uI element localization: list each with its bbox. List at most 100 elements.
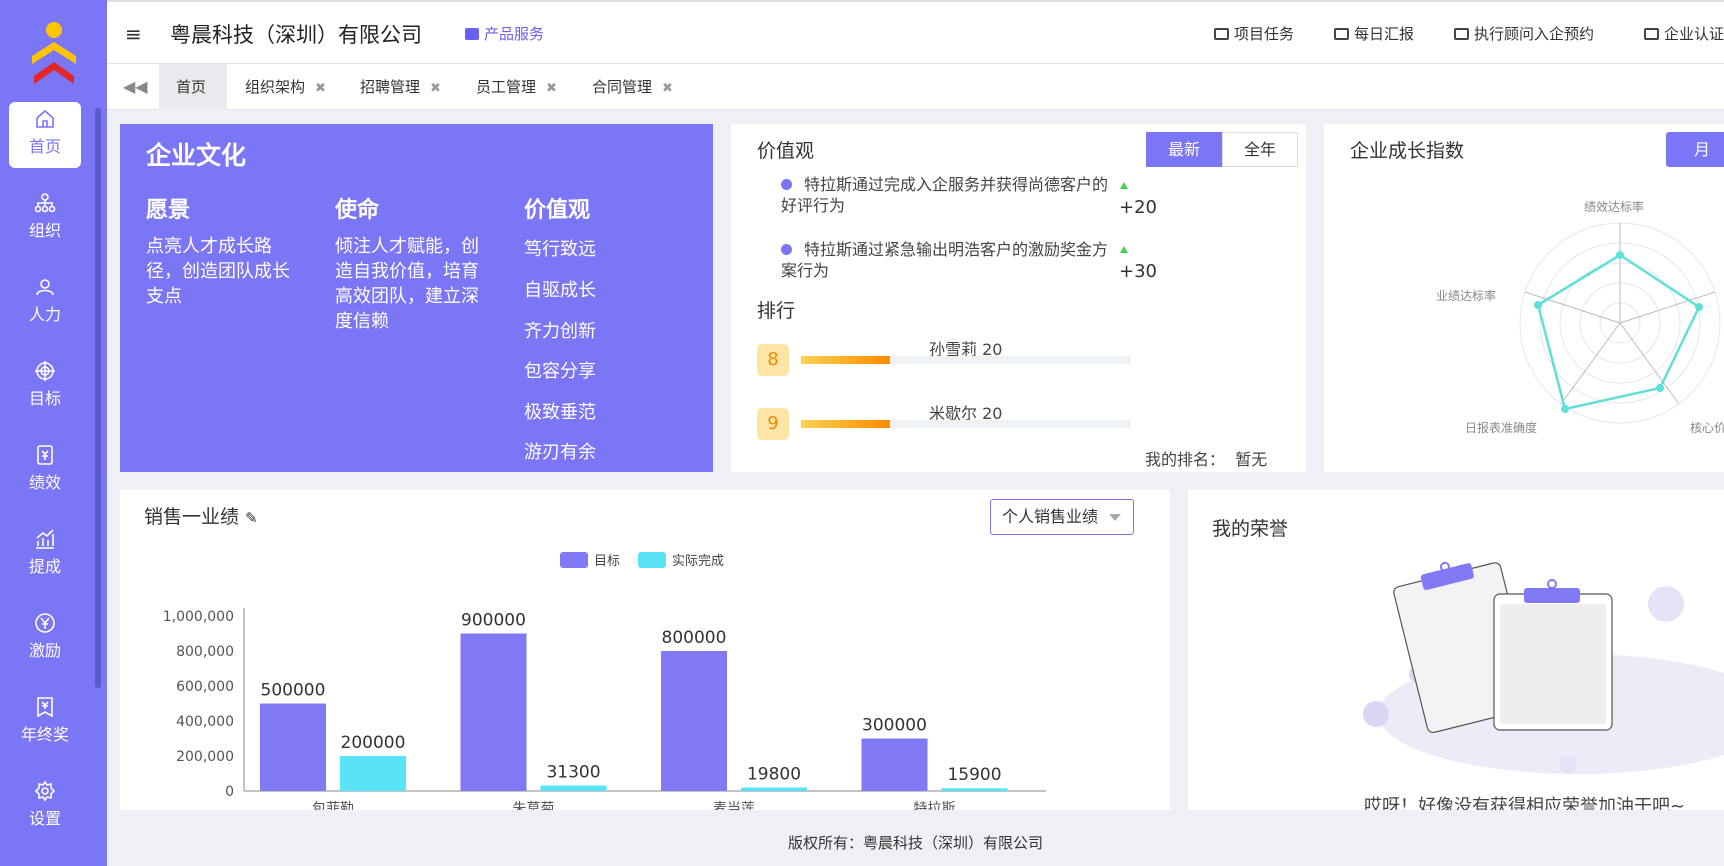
honor-empty-message: 哎呀！好像没有获得相应荣誉加油干吧~ (1364, 796, 1686, 810)
y-tick-label: 0 (225, 784, 234, 800)
sidebar-item-people[interactable]: 人力 (9, 270, 81, 336)
bar-value-label: 900000 (461, 611, 526, 631)
bonus-icon (37, 697, 53, 718)
bar-actual (540, 785, 607, 791)
close-icon[interactable]: ✖ (546, 81, 557, 96)
close-icon[interactable]: ✖ (430, 81, 441, 96)
y-tick-label: 1,000,000 (163, 609, 234, 625)
tab-contract[interactable]: 合同管理 ✖ (592, 64, 673, 110)
book-icon (1334, 28, 1349, 40)
sidebar-item-performance[interactable]: 绩效 (9, 438, 81, 504)
menu-icon[interactable]: ≡ (125, 22, 142, 46)
performance-icon (37, 445, 53, 465)
enterprise-cert-link[interactable]: 企业认证 (1644, 23, 1724, 44)
arrow-up-icon (1120, 246, 1128, 253)
radar-series (1536, 253, 1701, 411)
culture-card: 企业文化 愿景 点亮人才成长路径，创造团队成长支点 使命 倾注人才赋能，创造自我… (120, 124, 713, 472)
sidebar-item-label: 人力 (28, 305, 61, 324)
bar-value-label: 500000 (261, 681, 326, 701)
sidebar-item-home[interactable]: 首页 (9, 102, 81, 168)
value-points: +30 (1119, 261, 1157, 282)
sidebar-item-label: 年终奖 (20, 725, 69, 744)
rank-progress-fill (801, 420, 891, 428)
rank-badge: 9 (757, 408, 789, 440)
product-service-link[interactable]: 产品服务 (465, 23, 544, 44)
logo-icon (32, 22, 76, 84)
bar-target (460, 633, 527, 791)
handshake-icon (1454, 28, 1469, 40)
bar-value-label: 19800 (747, 765, 801, 785)
my-rank: 我的排名： 暂无 (1145, 450, 1268, 469)
value-item: 游刃有余 (524, 442, 596, 463)
empty-clipboard-illustration (1363, 561, 1724, 774)
daily-report-link[interactable]: 每日汇报 (1334, 23, 1414, 44)
bullet-icon (781, 179, 792, 190)
bar-actual (941, 788, 1008, 791)
tab-employee[interactable]: 员工管理 ✖ (476, 64, 557, 110)
value-item: 自驱成长 (524, 280, 596, 301)
people-icon (36, 279, 54, 296)
sales-card: 销售一业绩 ✎ 个人销售业绩 目标 实际完成 0 200,000 400,000 60… (120, 490, 1170, 810)
values-heading: 价值观 (524, 198, 591, 223)
bar-value-label: 800000 (662, 628, 727, 648)
close-icon[interactable]: ✖ (315, 81, 326, 96)
rank-progress-fill (801, 356, 891, 364)
sidebar-item-label: 提成 (28, 557, 61, 576)
incentive-icon (35, 613, 55, 633)
x-tick-label: 包菲勒 (312, 801, 354, 810)
latest-toggle[interactable]: 最新 (1146, 132, 1222, 167)
honor-card: 我的荣誉 哎呀！好像没有获得相应荣誉加油干吧~ (1188, 490, 1724, 810)
bar-value-label: 300000 (862, 716, 927, 736)
bar-target (260, 703, 326, 791)
arrow-up-icon (1120, 182, 1128, 189)
rank-title: 排行 (757, 300, 796, 322)
gear-icon (34, 780, 56, 802)
y-tick-label: 200,000 (176, 749, 234, 765)
sidebar-item-settings[interactable]: 设置 (9, 774, 81, 840)
task-icon (1214, 28, 1229, 40)
close-icon[interactable]: ✖ (662, 81, 673, 96)
radar-label: 绩效达标率 (1584, 200, 1645, 214)
rank-progress-track (801, 420, 1131, 428)
culture-title: 企业文化 (146, 141, 247, 170)
value-record: 特拉斯通过紧急输出明浩客户的激励奖金方案行为 (781, 240, 1109, 280)
tab-org[interactable]: 组织架构 ✖ (245, 64, 326, 110)
year-toggle[interactable]: 全年 (1222, 132, 1298, 167)
bar-value-label: 200000 (341, 733, 406, 753)
bar-value-label: 31300 (546, 763, 600, 783)
x-tick-label: 特拉斯 (914, 801, 956, 810)
sidebar-scrollbar[interactable] (95, 108, 101, 688)
values-panel-title: 价值观 (757, 140, 815, 162)
tab-recruit[interactable]: 招聘管理 ✖ (360, 64, 441, 110)
values-card: 价值观 最新 全年 特拉斯通过完成入企服务并获得尚德客户的好评行为 +20 特拉… (731, 124, 1306, 472)
bar-actual (741, 787, 807, 791)
home-icon (36, 109, 54, 128)
honor-title: 我的荣誉 (1212, 518, 1289, 540)
sidebar-item-commission[interactable]: 提成 (9, 522, 81, 588)
x-tick-label: 麦当莲 (713, 801, 755, 810)
tab-home[interactable]: 首页 (159, 64, 227, 110)
y-tick-label: 800,000 (176, 644, 234, 660)
consultant-booking-link[interactable]: 执行顾问入企预约 (1454, 23, 1594, 44)
value-record: 特拉斯通过完成入企服务并获得尚德客户的好评行为 (781, 175, 1109, 215)
tab-scroll-left-icon[interactable]: ◀◀ (123, 77, 148, 96)
footer: 版权所有：粤晨科技（深圳）有限公司 (107, 820, 1724, 866)
bar-actual (340, 756, 406, 791)
y-tick-label: 600,000 (176, 679, 234, 695)
value-item: 笃行致远 (524, 239, 596, 260)
sidebar: 首页 组织 人力 目标 绩效 提成 激励 年终奖 设置 (0, 0, 107, 866)
sidebar-item-incentive[interactable]: 激励 (9, 606, 81, 672)
sidebar-item-org[interactable]: 组织 (9, 186, 81, 252)
project-task-link[interactable]: 项目任务 (1214, 23, 1294, 44)
sidebar-item-label: 激励 (28, 641, 61, 660)
commission-icon (36, 529, 54, 549)
rank-badge: 8 (757, 344, 789, 376)
sales-bar-chart: 0 200,000 400,000 600,000 800,000 1,000,000 50… (163, 608, 1046, 810)
top-header: ≡ 粤晨科技（深圳）有限公司 产品服务 项目任务 每日汇报 执行顾问入企预约 企… (107, 0, 1724, 63)
radar-label: 核心价 (1690, 421, 1724, 435)
sidebar-item-target[interactable]: 目标 (9, 354, 81, 420)
target-icon (35, 361, 55, 381)
sidebar-item-label: 绩效 (28, 473, 61, 492)
mission-title: 使命 (335, 198, 380, 223)
sidebar-item-bonus[interactable]: 年终奖 (9, 690, 81, 756)
